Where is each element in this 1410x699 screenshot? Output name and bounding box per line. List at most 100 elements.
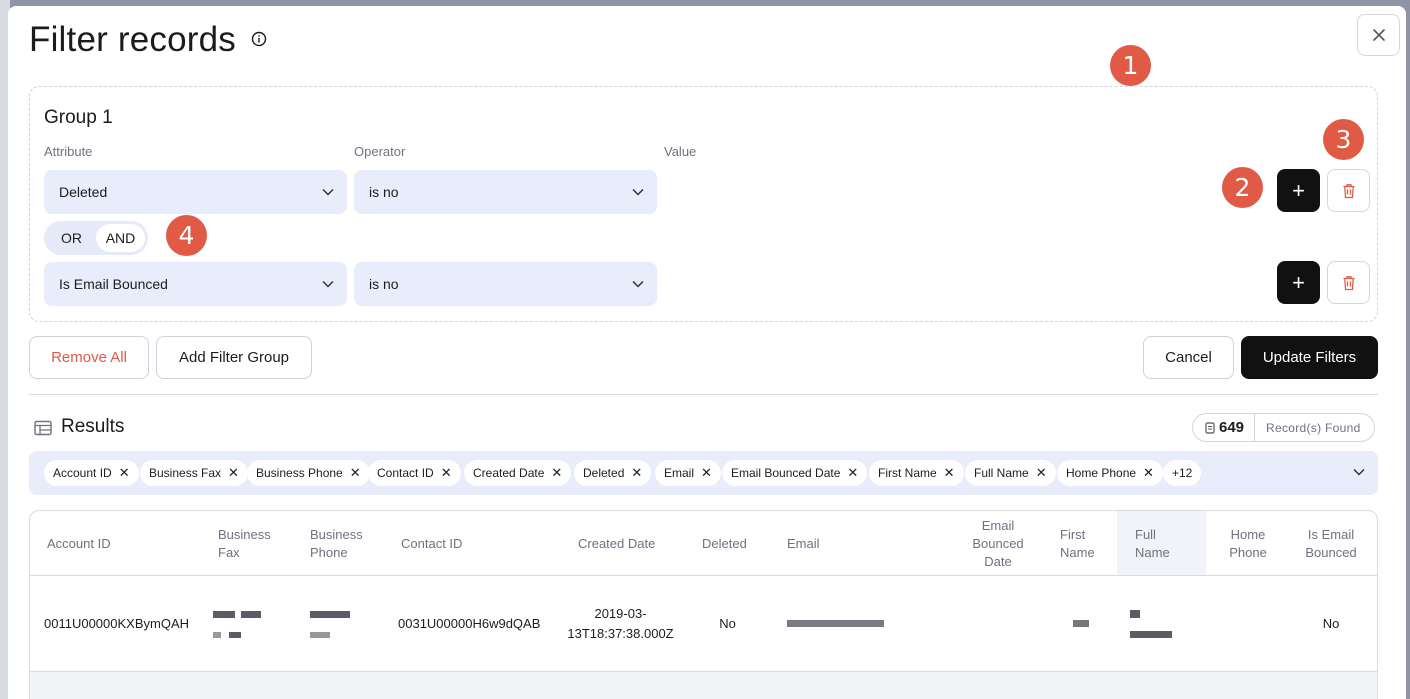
chevron-down-icon [632,188,644,196]
column-chip[interactable]: Deleted ✕ [574,460,652,486]
attribute-select[interactable]: Is Email Bounced [44,262,347,306]
column-header[interactable]: Home Phone [1223,511,1273,576]
delete-condition-button[interactable] [1327,169,1370,212]
records-count: 649 [1193,414,1256,441]
logic-or-option[interactable]: OR [47,224,96,252]
column-header[interactable]: Full Name [1135,511,1185,576]
chip-label: Email Bounced Date [731,466,841,480]
remove-chip-icon[interactable]: ✕ [944,465,955,481]
chip-label: Home Phone [1066,466,1137,480]
operator-select[interactable]: is no [354,262,657,306]
records-found-label: Record(s) Found [1266,420,1361,435]
cell-email [787,576,897,671]
add-condition-button[interactable]: + [1277,261,1320,304]
operator-column-label: Operator [354,144,406,159]
delete-condition-button[interactable] [1327,261,1370,304]
chevron-down-icon [632,280,644,288]
attribute-column-label: Attribute [44,144,93,159]
column-header[interactable]: Contact ID [401,511,521,576]
attribute-select[interactable]: Deleted [44,170,347,214]
chip-label: Email [664,466,695,480]
column-header[interactable]: Deleted [702,511,762,576]
remove-chip-icon[interactable]: ✕ [228,465,239,481]
filter-group: Group 1 Attribute Operator Value Deleted… [29,86,1378,322]
column-chip[interactable]: First Name ✕ [869,460,964,486]
add-condition-button[interactable]: + [1277,169,1320,212]
remove-chip-icon[interactable]: ✕ [1036,465,1047,481]
results-table: Account ID Business Fax Business Phone C… [29,510,1378,699]
cell-account-id: 0011U00000KXBymQAH [44,615,190,631]
attribute-select-value: Is Email Bounced [59,276,168,292]
cell-is-email-bounced: No [1322,615,1340,631]
chip-label: Business Phone [256,466,343,480]
operator-select-value: is no [369,276,399,292]
divider [29,394,1378,395]
column-header[interactable]: Is Email Bounced [1298,511,1364,576]
annotation-badge: 3 [1323,119,1364,160]
column-chip[interactable]: Email ✕ [655,460,721,486]
chip-label: Full Name [974,466,1029,480]
chip-label: Deleted [583,466,625,480]
remove-chip-icon[interactable]: ✕ [119,465,130,481]
records-found-badge: 649 Record(s) Found [1192,413,1375,442]
more-chips[interactable]: +12 [1163,460,1202,486]
column-header[interactable]: First Name [1060,511,1110,576]
trash-icon [1343,183,1354,198]
group-title: Group 1 [44,107,113,128]
results-title: Results [61,416,125,437]
column-chip[interactable]: Account ID ✕ [44,460,139,486]
chip-label: Contact ID [377,466,434,480]
cell-deleted: No [719,615,736,631]
remove-chip-icon[interactable]: ✕ [847,465,858,481]
cell-contact-id: 0031U00000H6w9dQAB [398,615,541,631]
close-icon [1372,29,1385,41]
chip-label: Account ID [53,466,112,480]
remove-chip-icon[interactable]: ✕ [631,465,642,481]
column-chip[interactable]: Email Bounced Date ✕ [722,460,868,486]
column-chip[interactable]: Full Name ✕ [965,460,1056,486]
cell-first-name [1073,576,1093,671]
table-icon [34,420,52,436]
remove-chip-icon[interactable]: ✕ [701,465,712,481]
cancel-button[interactable]: Cancel [1143,336,1234,379]
chevron-down-icon[interactable] [1352,465,1366,479]
column-chip[interactable]: Created Date ✕ [464,460,572,486]
cell-business-phone [310,576,380,671]
update-filters-button[interactable]: Update Filters [1241,336,1378,379]
annotation-badge: 4 [166,215,207,256]
table-header: Account ID Business Fax Business Phone C… [30,511,1377,576]
chip-label: Created Date [473,466,545,480]
remove-chip-icon[interactable]: ✕ [350,465,361,481]
remove-chip-icon[interactable]: ✕ [1143,465,1154,481]
records-count-value: 649 [1219,419,1245,436]
remove-chip-icon[interactable]: ✕ [441,465,452,481]
column-chip[interactable]: Contact ID ✕ [368,460,461,486]
column-header[interactable]: Email [787,511,847,576]
modal-title: Filter records [29,20,237,59]
column-header[interactable]: Email Bounced Date [970,511,1026,576]
column-header[interactable]: Business Phone [310,511,380,576]
column-chip[interactable]: Home Phone ✕ [1057,460,1163,486]
remove-all-button[interactable]: Remove All [29,336,149,379]
logic-and-option[interactable]: AND [96,224,145,252]
column-chips: Account ID ✕ Business Fax ✕ Business Phone… [29,451,1378,495]
chevron-down-icon [322,280,334,288]
operator-select[interactable]: is no [354,170,657,214]
chip-label: Business Fax [149,466,222,480]
remove-chip-icon[interactable]: ✕ [551,465,562,481]
column-header[interactable]: Created Date [578,511,678,576]
column-header[interactable]: Business Fax [218,511,288,576]
logic-toggle: OR AND [44,221,148,255]
close-button[interactable] [1357,14,1400,56]
column-header[interactable]: Account ID [47,511,197,576]
table-row[interactable] [30,671,1377,699]
add-filter-group-button[interactable]: Add Filter Group [156,336,312,379]
records-icon [1205,421,1215,434]
cell-business-fax [213,576,283,671]
filter-records-modal: Filter records Group 1 Attribute Operato… [8,6,1406,699]
annotation-badge: 1 [1110,45,1151,86]
info-icon[interactable] [251,31,267,47]
column-chip[interactable]: Business Fax ✕ [140,460,248,486]
operator-select-value: is no [369,184,399,200]
column-chip[interactable]: Business Phone ✕ [247,460,370,486]
